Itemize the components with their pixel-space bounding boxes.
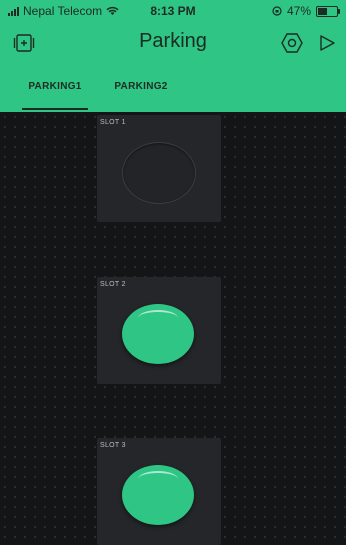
slot-1-led-indicator — [122, 142, 196, 204]
settings-button[interactable] — [277, 28, 307, 58]
tab-parking2[interactable]: PARKING2 — [106, 72, 176, 112]
tab-parking1[interactable]: PARKING1 — [22, 72, 88, 112]
play-button[interactable] — [312, 28, 342, 58]
slot-2-widget[interactable]: SLOT 2 — [97, 277, 221, 384]
play-icon — [320, 35, 335, 51]
slot-2-label: SLOT 2 — [100, 281, 126, 288]
slot-3-widget[interactable]: SLOT 3 — [97, 438, 221, 545]
battery-info: 47% — [272, 4, 340, 18]
battery-icon — [316, 5, 340, 17]
orientation-lock-icon — [272, 6, 282, 16]
slot-3-led-indicator — [122, 465, 194, 525]
slot-3-label: SLOT 3 — [100, 442, 126, 449]
widget-canvas: SLOT 1 SLOT 2 SLOT 3 — [0, 112, 346, 545]
app-header: Parking — [0, 22, 346, 62]
battery-percent: 47% — [286, 4, 311, 18]
slot-1-widget[interactable]: SLOT 1 — [97, 115, 221, 222]
slot-2-led-indicator — [122, 304, 194, 364]
slot-1-label: SLOT 1 — [100, 119, 126, 126]
status-bar: Nepal Telecom 8:13 PM 47% — [0, 0, 346, 22]
settings-hexagon-icon — [281, 33, 303, 53]
tab-bar: PARKING1 PARKING2 — [0, 72, 346, 112]
